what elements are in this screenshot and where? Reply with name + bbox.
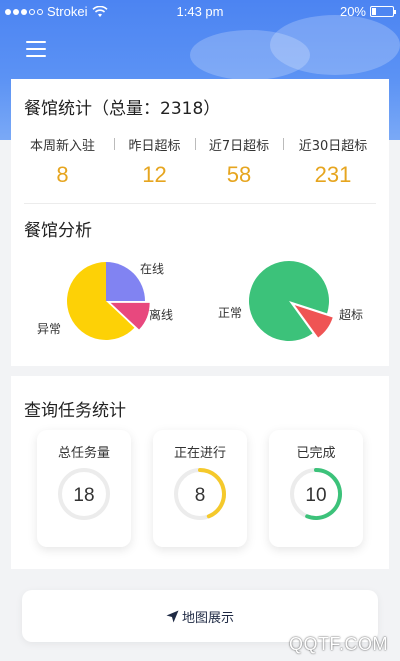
task-value: 8 — [195, 485, 206, 506]
pie-label: 离线 — [149, 307, 173, 322]
task-card: 查询任务统计 总任务量 18 正在进行 8 已完成 10 — [11, 376, 389, 569]
task-stats-title: 查询任务统计 — [24, 401, 126, 421]
watermark-text: QQTF.COM — [289, 634, 388, 654]
battery-percent: 20% — [339, 4, 366, 19]
battery-icon — [370, 6, 396, 17]
task-ring: 18 — [58, 468, 110, 520]
pie-label: 正常 — [218, 306, 242, 320]
restaurant-card: 餐馆统计（总量：2318） 本周新入驻 8 昨日超标 12 近7日超标 58 近… — [11, 79, 389, 366]
pie-chart-status: 在线离线异常 — [37, 262, 173, 340]
pie-chart-compliance: 正常 超标 — [218, 261, 363, 342]
task-value: 10 — [305, 485, 326, 506]
task-box-completed[interactable]: 已完成 10 — [269, 430, 363, 547]
task-label: 正在进行 — [173, 446, 226, 461]
task-label: 已完成 — [296, 446, 336, 461]
menu-icon[interactable] — [26, 41, 46, 57]
status-bar: Strokei 1:43 pm 20% — [0, 0, 400, 22]
task-ring: 10 — [290, 468, 342, 520]
task-ring: 8 — [174, 468, 226, 520]
map-button-label: 地图展示 — [181, 610, 234, 626]
cloud-decoration — [270, 15, 400, 75]
task-value: 18 — [73, 485, 94, 506]
task-box-in-progress[interactable]: 正在进行 8 — [153, 430, 247, 547]
pie-charts: 在线离线异常 正常 超标 — [37, 261, 363, 342]
navigation-arrow-icon — [166, 610, 179, 622]
task-box-total[interactable]: 总任务量 18 — [37, 430, 131, 547]
pie-label: 在线 — [140, 262, 164, 276]
pie-label: 异常 — [37, 322, 61, 336]
task-label: 总任务量 — [57, 446, 110, 461]
pie-label: 超标 — [339, 307, 363, 322]
